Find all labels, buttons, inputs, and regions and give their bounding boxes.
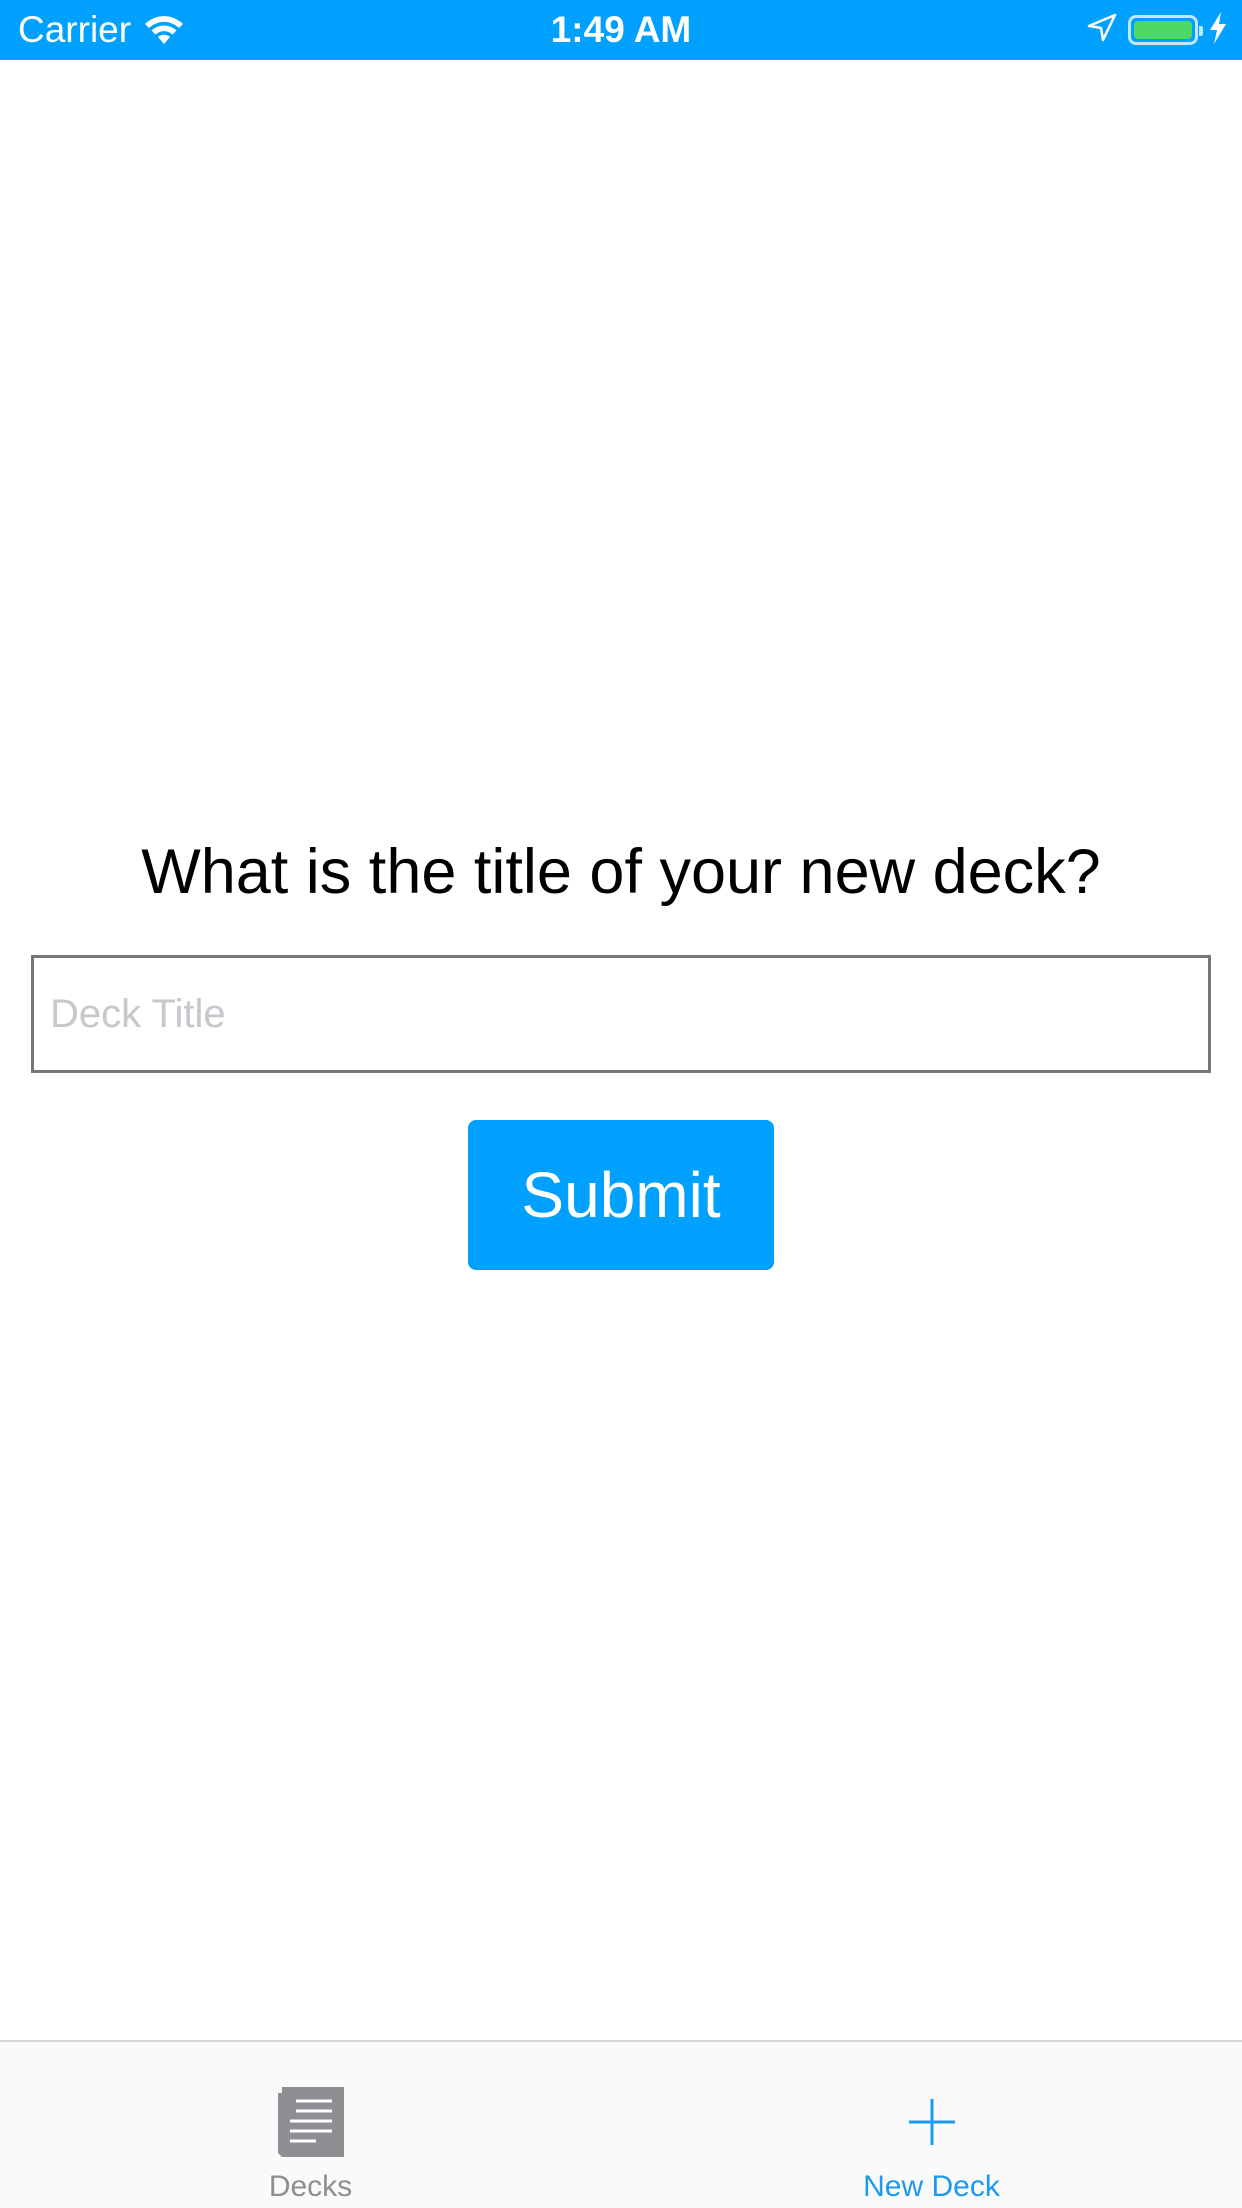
plus-icon [892,2082,972,2162]
tab-decks-label: Decks [268,2170,353,2203]
battery-nub [1199,26,1203,36]
document-list-icon [271,2082,351,2162]
screen: Carrier 1:49 AM What is the title of you… [0,0,1242,2208]
page-title: What is the title of your new deck? [141,837,1101,907]
tab-bar: Decks New Deck [0,2040,1242,2208]
status-time: 1:49 AM [550,9,692,50]
battery-icon [1128,15,1203,45]
battery-level [1134,21,1192,39]
status-right [1086,0,1228,60]
tab-decks[interactable]: Decks [0,2042,621,2208]
submit-button[interactable]: Submit [468,1120,774,1270]
charging-bolt-icon [1208,11,1228,50]
tab-new-deck-label: New Deck [863,2170,1000,2203]
status-bar: Carrier 1:49 AM [0,0,1242,60]
tab-new-deck[interactable]: New Deck [621,2042,1242,2208]
location-arrow-icon [1086,12,1118,49]
deck-title-input[interactable] [31,955,1211,1073]
